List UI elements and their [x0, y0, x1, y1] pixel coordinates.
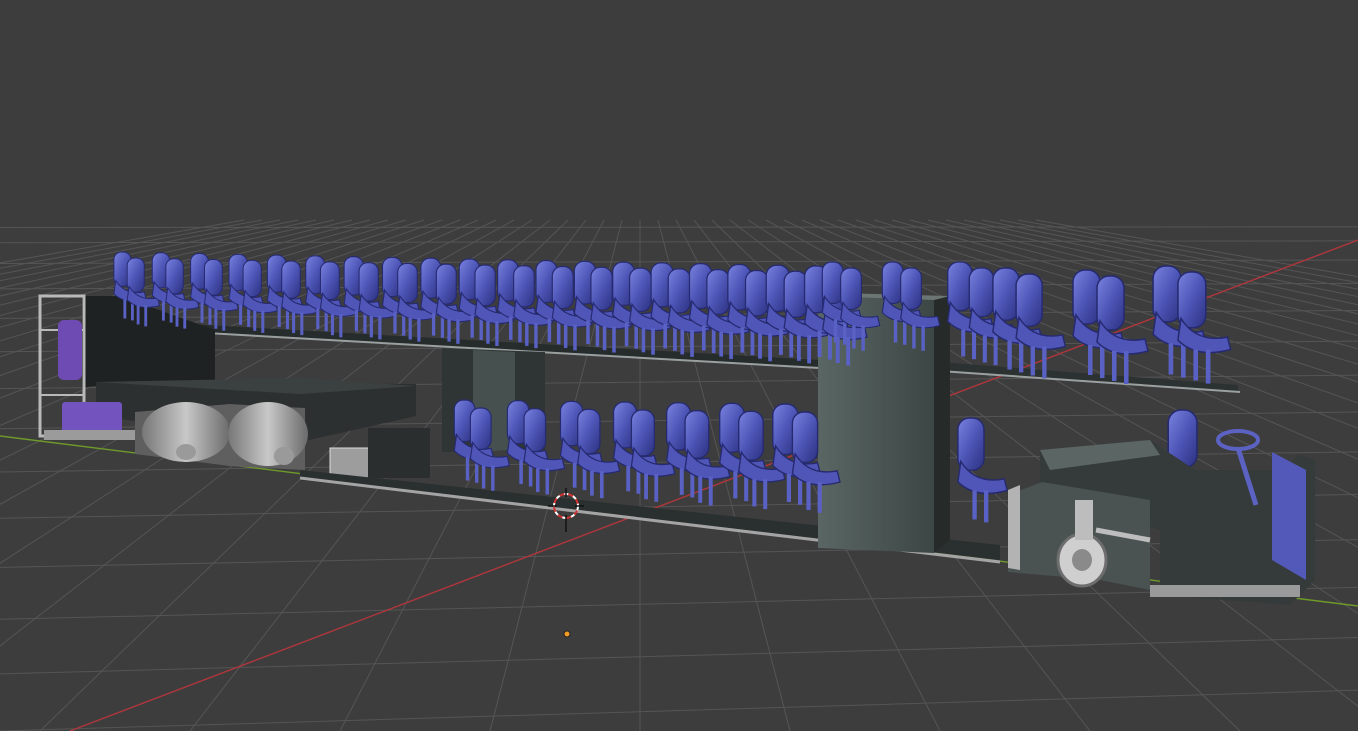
grid-line: [0, 226, 1358, 228]
object-origin-icon[interactable]: [563, 630, 571, 638]
battery-box[interactable]: [329, 447, 373, 479]
seat[interactable]: [1177, 271, 1232, 384]
grid-line: [0, 637, 1358, 675]
3d-viewport[interactable]: [0, 0, 1358, 731]
upper-deck-seats: [113, 251, 1232, 384]
seat[interactable]: [957, 417, 1009, 523]
grid-line: [0, 539, 1358, 568]
staircase-tower-face[interactable]: [934, 296, 950, 553]
viewport-canvas[interactable]: [0, 0, 1358, 731]
rear-wheel-2[interactable]: [228, 402, 308, 470]
engine-housing[interactable]: [368, 428, 430, 478]
rear-wheel-1[interactable]: [135, 402, 230, 466]
grid-line: [0, 240, 1358, 244]
grid-line: [0, 689, 1358, 731]
front-cabin-block[interactable]: [82, 296, 215, 388]
driver-cabin[interactable]: [1008, 440, 1315, 605]
